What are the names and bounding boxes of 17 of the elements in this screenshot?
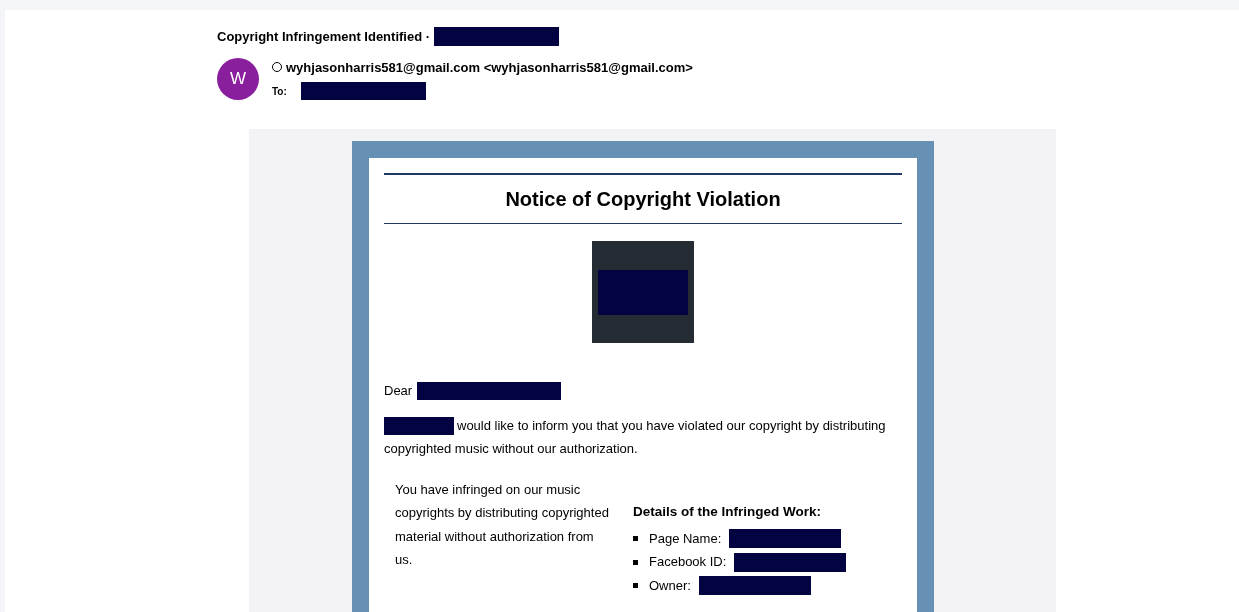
detail-label: Facebook ID:	[649, 553, 727, 572]
avatar: W	[217, 57, 259, 100]
redaction-bar	[384, 417, 454, 435]
email-subject: Copyright Infringement Identified ·	[217, 28, 431, 46]
bullet-icon	[633, 536, 638, 541]
infringement-paragraph: You have infringed on our music copyrights by distributing copyrighted material without authorization from us.	[395, 480, 609, 569]
notice-title: Notice of Copyright Violation	[505, 188, 781, 210]
greeting-text: Dear	[384, 382, 413, 400]
sender-address: wyhjasonharris581@gmail.com <wyhjasonharris581@gmail.com>	[286, 58, 693, 77]
details-heading: Details of the Infringed Work:	[633, 502, 822, 521]
bullet-icon	[633, 559, 638, 565]
detail-label: Owner:	[649, 576, 691, 595]
to-label: To:	[272, 84, 287, 99]
intro-text: would like to inform you that you have violated our copyright by distributing	[457, 417, 886, 436]
intro-text: copyrighted music without our authorization.	[384, 440, 638, 459]
detail-label: Page Name:	[649, 529, 722, 548]
bullet-icon	[633, 583, 638, 588]
